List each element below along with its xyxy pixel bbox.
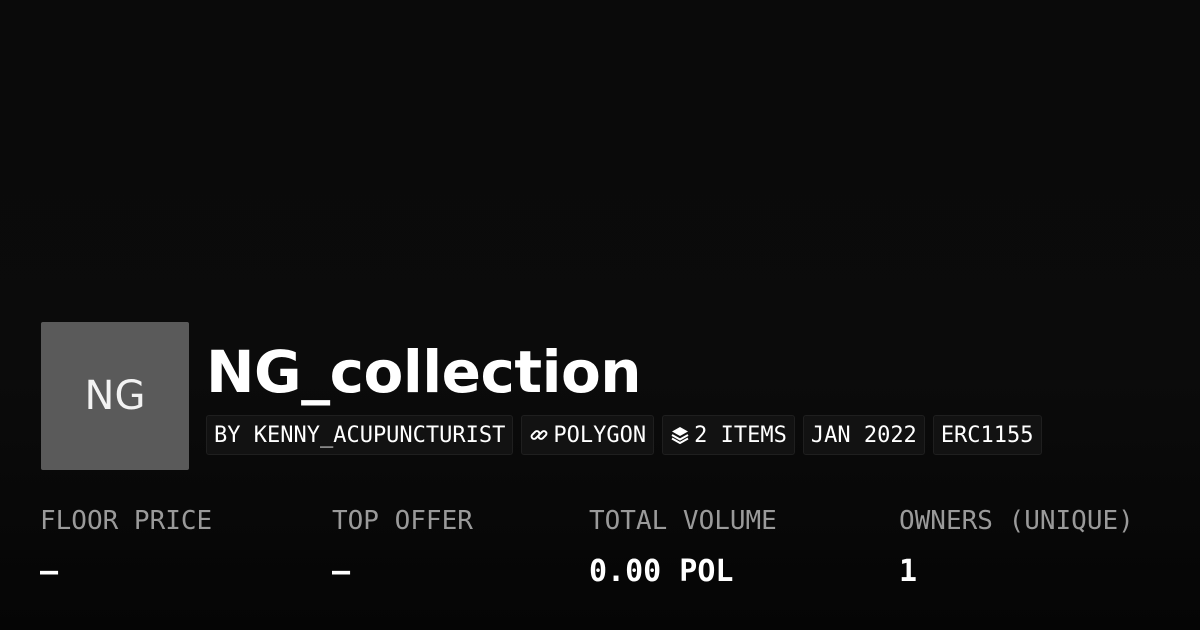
- avatar-initials: NG: [84, 373, 146, 419]
- total-volume-label: TOTAL VOLUME: [589, 506, 777, 536]
- top-offer-label: TOP OFFER: [332, 506, 473, 536]
- collection-tags: BY KENNY_ACUPUNCTURIST POLYGON 2 ITEMS J…: [206, 415, 1042, 455]
- collection-title: NG_collection: [206, 338, 642, 406]
- items-tag[interactable]: 2 ITEMS: [662, 415, 795, 455]
- date-label: JAN 2022: [810, 422, 917, 448]
- creator-label: BY KENNY_ACUPUNCTURIST: [214, 422, 506, 448]
- stat-owners: OWNERS (UNIQUE) 1: [899, 503, 1134, 590]
- owners-value: 1: [899, 554, 918, 589]
- total-volume-value: 0.00 POL: [589, 554, 734, 589]
- standard-tag: ERC1155: [932, 415, 1042, 455]
- stat-top-offer: TOP OFFER –: [332, 503, 473, 590]
- layers-icon: [670, 425, 690, 445]
- items-label: 2 ITEMS: [694, 422, 787, 448]
- stat-total-volume: TOTAL VOLUME 0.00 POL: [589, 503, 777, 590]
- floor-price-value: –: [40, 554, 59, 589]
- date-tag: JAN 2022: [802, 415, 925, 455]
- top-offer-value: –: [332, 554, 351, 589]
- owners-label: OWNERS (UNIQUE): [899, 506, 1134, 536]
- floor-price-label: FLOOR PRICE: [40, 506, 213, 536]
- chain-label: POLYGON: [553, 422, 647, 448]
- creator-tag[interactable]: BY KENNY_ACUPUNCTURIST: [206, 415, 514, 455]
- link-icon: [529, 425, 549, 445]
- stat-floor-price: FLOOR PRICE –: [40, 503, 212, 590]
- chain-tag[interactable]: POLYGON: [521, 415, 655, 455]
- collection-avatar: NG: [41, 322, 189, 470]
- standard-label: ERC1155: [940, 422, 1034, 448]
